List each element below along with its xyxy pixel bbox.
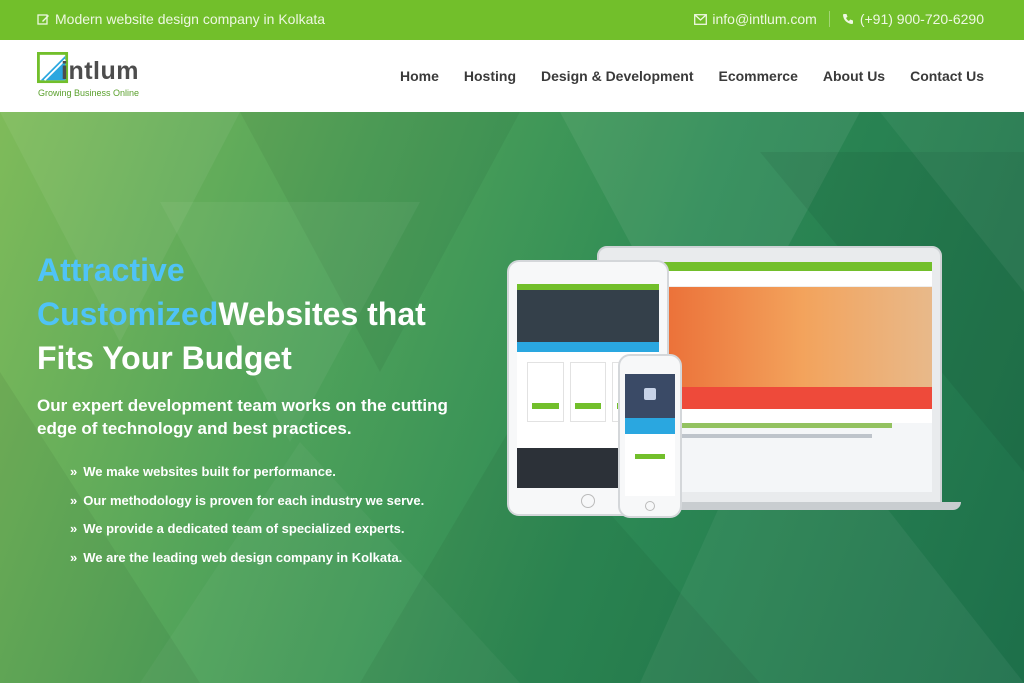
headline-highlight: Customized [37,296,219,332]
feature-text: We provide a dedicated team of specializ… [83,521,405,536]
envelope-icon [694,13,708,26]
nav-home[interactable]: Home [400,68,439,84]
tablet-home-button [581,494,595,508]
contact-divider [828,11,830,27]
double-chevron-right-icon: » [70,549,78,565]
phone-text: (+91) 900-720-6290 [859,11,984,27]
tagline: Modern website design company in Kolkata [37,11,325,27]
edit-icon [37,13,50,26]
phone-screen [625,374,675,496]
nav-contact-us[interactable]: Contact Us [910,68,984,84]
contact-info: info@intlum.com (+91) 900-720-6290 [694,11,984,27]
logo[interactable]: intlum Growing Business Online [37,52,147,100]
site-header: intlum Growing Business Online Home Host… [0,40,1024,112]
top-bar: Modern website design company in Kolkata… [0,0,1024,40]
tagline-text: Modern website design company in Kolkata [55,11,326,27]
hero-section: Attractive CustomizedWebsites that Fits … [0,112,1024,683]
headline-line2: Websites that [218,296,426,332]
headline-line1: Attractive [37,252,185,288]
lock-icon [644,388,656,400]
headline-line3: Fits Your Budget [37,340,292,376]
email-link[interactable]: info@intlum.com [694,11,817,27]
feature-text: Our methodology is proven for each indus… [83,492,425,508]
main-nav: Home Hosting Design & Development Ecomme… [400,68,984,84]
phone-link[interactable]: (+91) 900-720-6290 [842,11,984,27]
double-chevron-right-icon: » [70,492,78,508]
phone-mockup [618,354,682,518]
feature-text: We are the leading web design company in… [83,549,403,565]
device-mockups-image [505,244,985,524]
feature-item: » We are the leading web design company i… [70,550,424,579]
hero-subheading: Our expert development team works on the… [37,396,448,438]
hero-headline: Attractive CustomizedWebsites that Fits … [37,248,426,380]
phone-home-button [645,501,655,511]
nav-design-development[interactable]: Design & Development [541,68,693,84]
feature-item: » We make websites built for performance. [70,464,424,493]
feature-text: We make websites built for performance. [83,464,336,479]
logo-tagline: Growing Business Online [38,88,140,98]
double-chevron-right-icon: » [70,464,78,479]
double-chevron-right-icon: » [70,521,78,536]
phone-icon [842,13,855,26]
nav-about-us[interactable]: About Us [823,68,885,84]
email-text: info@intlum.com [712,11,817,27]
nav-ecommerce[interactable]: Ecommerce [718,68,797,84]
nav-hosting[interactable]: Hosting [464,68,516,84]
feature-list: » We make websites built for performance.… [70,464,424,578]
logo-name: intlum [61,57,139,85]
feature-item: » We provide a dedicated team of speciali… [70,521,424,550]
feature-item: » Our methodology is proven for each indu… [70,493,424,522]
